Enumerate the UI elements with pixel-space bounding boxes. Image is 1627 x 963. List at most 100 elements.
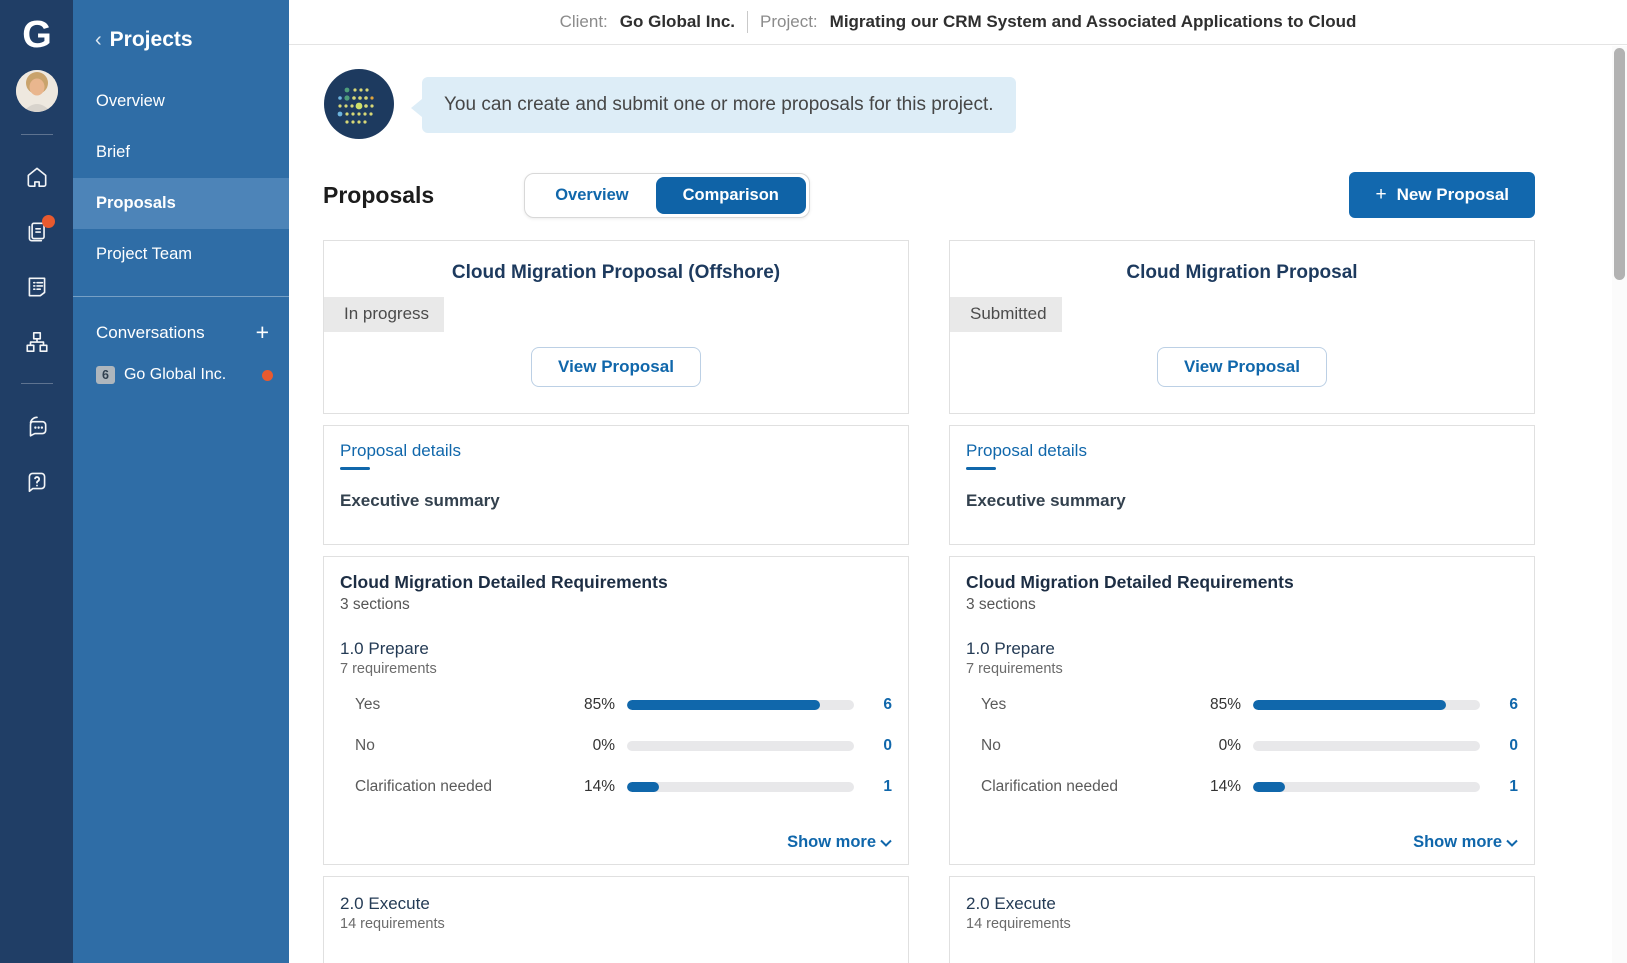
sections-count: 3 sections bbox=[340, 596, 410, 613]
section-name: 2.0 Execute bbox=[340, 894, 430, 913]
home-icon[interactable] bbox=[24, 164, 50, 190]
page-title: Proposals bbox=[323, 181, 435, 208]
client-value: Go Global Inc. bbox=[619, 12, 736, 31]
help-icon[interactable] bbox=[24, 468, 50, 494]
sidebar-item-proposals[interactable]: Proposals bbox=[73, 178, 289, 229]
proposal-title: Cloud Migration Proposal bbox=[1126, 262, 1358, 283]
requirement-row-clarification: Clarification needed 14% 1 bbox=[966, 778, 1518, 796]
new-proposal-button[interactable]: + New Proposal bbox=[1349, 172, 1535, 218]
conversation-item-go-global[interactable]: 6 Go Global Inc. bbox=[73, 352, 289, 398]
project-label: Project: bbox=[760, 12, 818, 31]
next-section-panel: 2.0 Execute 14 requirements bbox=[323, 876, 909, 963]
scrollbar-thumb[interactable] bbox=[1614, 48, 1625, 280]
assistant-message-bubble: You can create and submit one or more pr… bbox=[411, 77, 1016, 133]
section-name: 1.0 Prepare bbox=[966, 639, 1055, 658]
context-topbar: Client: Go Global Inc. Project: Migratin… bbox=[289, 0, 1627, 45]
section-requirements-count: 14 requirements bbox=[340, 916, 445, 932]
project-sidebar: ‹ Projects Overview Brief Proposals Proj… bbox=[73, 0, 289, 963]
row-count: 1 bbox=[883, 778, 892, 795]
chat-icon[interactable] bbox=[24, 413, 50, 439]
status-badge: In progress bbox=[324, 297, 445, 332]
assistant-avatar bbox=[323, 68, 395, 140]
section-name: 1.0 Prepare bbox=[340, 639, 429, 658]
row-label: Yes bbox=[355, 696, 381, 713]
requirements-panel: Cloud Migration Detailed Requirements 3 … bbox=[949, 556, 1535, 865]
progress-bar bbox=[1253, 741, 1480, 751]
conversation-label: Go Global Inc. bbox=[123, 366, 227, 383]
tab-overview[interactable]: Overview bbox=[528, 177, 655, 214]
row-label: Yes bbox=[981, 696, 1007, 713]
row-count: 6 bbox=[1509, 696, 1518, 713]
topbar-separator bbox=[747, 11, 749, 33]
sidebar-title: Projects bbox=[109, 28, 193, 51]
row-percent: 14% bbox=[1209, 778, 1241, 795]
next-section-panel: 2.0 Execute 14 requirements bbox=[949, 876, 1535, 963]
plus-icon: + bbox=[1375, 184, 1387, 205]
executive-summary-label: Executive summary bbox=[340, 491, 500, 510]
proposal-title: Cloud Migration Proposal (Offshore) bbox=[451, 262, 781, 283]
section-requirements-count: 7 requirements bbox=[340, 661, 437, 677]
view-proposal-button[interactable]: View Proposal bbox=[1157, 347, 1327, 387]
section-requirements-count: 14 requirements bbox=[966, 916, 1071, 932]
conversations-header: Conversations + bbox=[73, 297, 289, 352]
executive-summary-label: Executive summary bbox=[966, 491, 1126, 510]
user-avatar[interactable] bbox=[15, 70, 58, 112]
documents-icon[interactable] bbox=[24, 215, 55, 245]
tab-active-underline bbox=[966, 467, 996, 470]
show-more-link[interactable]: Show more bbox=[966, 833, 1518, 852]
proposal-details-panel: Proposal details Executive summary bbox=[949, 425, 1535, 545]
show-more-link[interactable]: Show more bbox=[340, 833, 892, 852]
requirement-row-yes: Yes 85% 6 bbox=[340, 696, 892, 714]
unread-count-badge: 6 bbox=[96, 366, 115, 384]
requirements-panel: Cloud Migration Detailed Requirements 3 … bbox=[323, 556, 909, 865]
content: You can create and submit one or more pr… bbox=[289, 45, 1627, 963]
sidebar-item-brief[interactable]: Brief bbox=[73, 127, 289, 178]
row-percent: 0% bbox=[1218, 737, 1241, 754]
tab-active-underline bbox=[340, 467, 370, 470]
sidebar-item-overview[interactable]: Overview bbox=[73, 76, 289, 127]
document-list-icon[interactable] bbox=[24, 274, 50, 300]
main-area: Client: Go Global Inc. Project: Migratin… bbox=[289, 0, 1627, 963]
app-logo[interactable]: G bbox=[22, 16, 52, 54]
client-label: Client: bbox=[559, 12, 608, 31]
row-count: 0 bbox=[1509, 737, 1518, 754]
requirement-row-clarification: Clarification needed 14% 1 bbox=[340, 778, 892, 796]
requirement-row-no: No 0% 0 bbox=[340, 737, 892, 755]
view-proposal-button[interactable]: View Proposal bbox=[531, 347, 701, 387]
row-percent: 14% bbox=[583, 778, 615, 795]
row-percent: 85% bbox=[583, 696, 615, 713]
requirement-row-no: No 0% 0 bbox=[966, 737, 1518, 755]
sitemap-icon[interactable] bbox=[24, 329, 50, 355]
back-chevron-icon: ‹ bbox=[95, 29, 102, 51]
progress-bar bbox=[627, 782, 854, 792]
proposal-card-onshore: Cloud Migration Proposal Submitted View … bbox=[949, 240, 1535, 963]
proposals-toolbar: Proposals Overview Comparison + New Prop… bbox=[323, 172, 1535, 218]
tab-proposal-details[interactable]: Proposal details bbox=[966, 441, 1087, 461]
status-badge: Submitted bbox=[950, 297, 1062, 332]
vertical-scrollbar bbox=[1612, 46, 1627, 963]
add-conversation-button[interactable]: + bbox=[256, 321, 269, 344]
row-percent: 0% bbox=[592, 737, 615, 754]
sidebar-back-projects[interactable]: ‹ Projects bbox=[73, 0, 289, 62]
notification-dot bbox=[41, 215, 55, 228]
sidebar-item-project-team[interactable]: Project Team bbox=[73, 229, 289, 280]
rail-bottom-nav bbox=[24, 384, 50, 494]
row-count: 6 bbox=[883, 696, 892, 713]
project-value: Migrating our CRM System and Associated … bbox=[829, 12, 1357, 31]
chevron-down-icon bbox=[880, 839, 892, 847]
unread-dot bbox=[262, 369, 273, 381]
rail-nav bbox=[24, 135, 55, 355]
assistant-row: You can create and submit one or more pr… bbox=[323, 68, 1535, 140]
section-requirements-count: 7 requirements bbox=[966, 661, 1063, 677]
progress-bar bbox=[1253, 782, 1480, 792]
row-label: Clarification needed bbox=[981, 778, 1119, 795]
tab-comparison[interactable]: Comparison bbox=[655, 176, 806, 214]
proposal-comparison-cards: Cloud Migration Proposal (Offshore) In p… bbox=[323, 240, 1535, 963]
tab-proposal-details[interactable]: Proposal details bbox=[340, 441, 461, 461]
requirement-row-yes: Yes 85% 6 bbox=[966, 696, 1518, 714]
proposal-header-panel: Cloud Migration Proposal (Offshore) In p… bbox=[323, 240, 909, 414]
requirements-title: Cloud Migration Detailed Requirements bbox=[966, 572, 1294, 592]
view-toggle: Overview Comparison bbox=[524, 172, 810, 218]
row-percent: 85% bbox=[1209, 696, 1241, 713]
app-root: G ‹ Projects Overview Brief Proposals Pr… bbox=[0, 0, 1627, 963]
